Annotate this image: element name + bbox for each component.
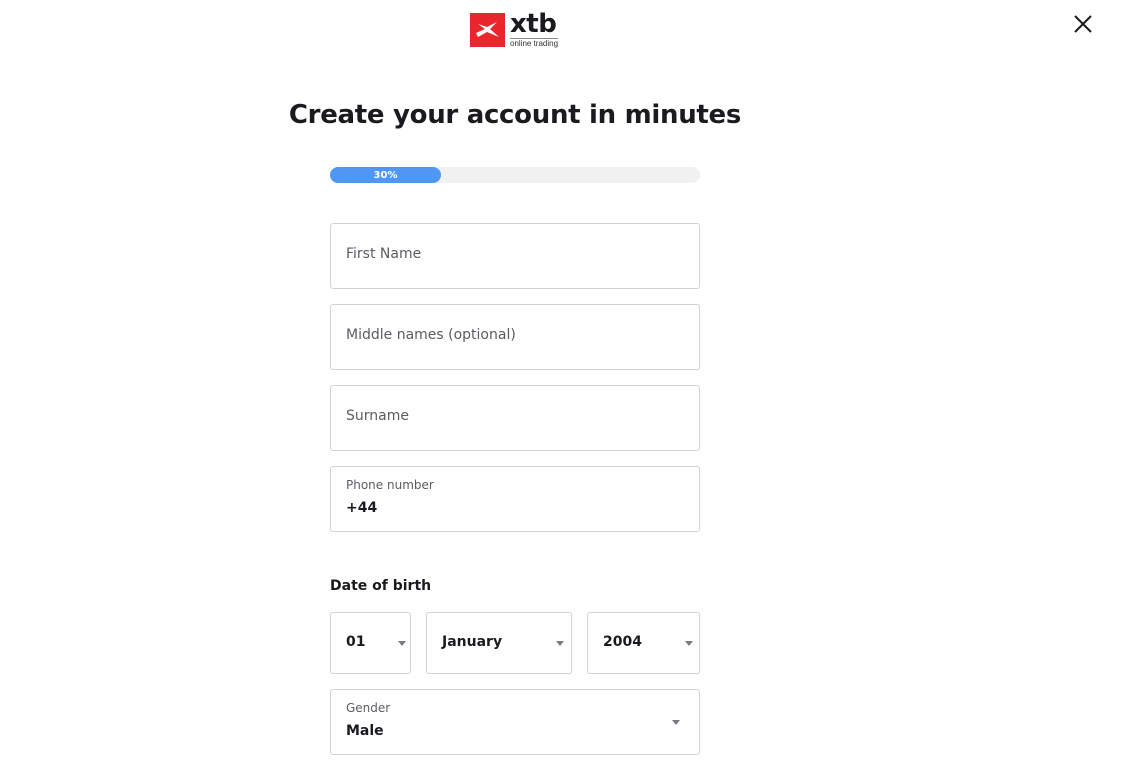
close-button[interactable] <box>1072 13 1094 35</box>
logo-brand-text: xtb <box>510 8 557 39</box>
date-of-birth-label: Date of birth <box>330 578 432 594</box>
chevron-down-icon <box>685 641 693 646</box>
close-icon <box>1074 15 1092 33</box>
gender-value: Male <box>346 723 384 739</box>
surname-placeholder: Surname <box>346 408 409 424</box>
progress-label: 30% <box>373 169 398 181</box>
first-name-field[interactable]: First Name <box>330 223 700 289</box>
birth-year-select[interactable]: 2004 <box>587 612 700 674</box>
xtb-logo[interactable]: xtb online trading <box>470 8 559 48</box>
birth-year-value: 2004 <box>603 634 642 650</box>
first-name-placeholder: First Name <box>346 246 422 262</box>
chevron-down-icon <box>672 720 680 725</box>
surname-field[interactable]: Surname <box>330 385 700 451</box>
progress-fill: 30% <box>330 167 441 183</box>
gender-label: Gender <box>346 701 391 715</box>
middle-names-field[interactable]: Middle names (optional) <box>330 304 700 370</box>
chevron-down-icon <box>556 641 564 646</box>
gender-select[interactable]: Gender Male <box>330 689 700 755</box>
birth-month-select[interactable]: January <box>426 612 572 674</box>
phone-number-label: Phone number <box>346 478 434 492</box>
birth-month-value: January <box>442 634 503 650</box>
progress-bar: 30% <box>330 167 700 183</box>
phone-number-value: +44 <box>346 500 378 516</box>
logo-tagline: online trading <box>510 37 559 48</box>
middle-names-placeholder: Middle names (optional) <box>346 327 516 343</box>
xtb-x-logo-icon <box>470 13 505 47</box>
chevron-down-icon <box>398 641 406 646</box>
phone-number-field[interactable]: Phone number +44 <box>330 466 700 532</box>
birth-day-value: 01 <box>346 634 366 650</box>
page-title: Create your account in minutes <box>288 100 742 130</box>
birth-day-select[interactable]: 01 <box>330 612 411 674</box>
